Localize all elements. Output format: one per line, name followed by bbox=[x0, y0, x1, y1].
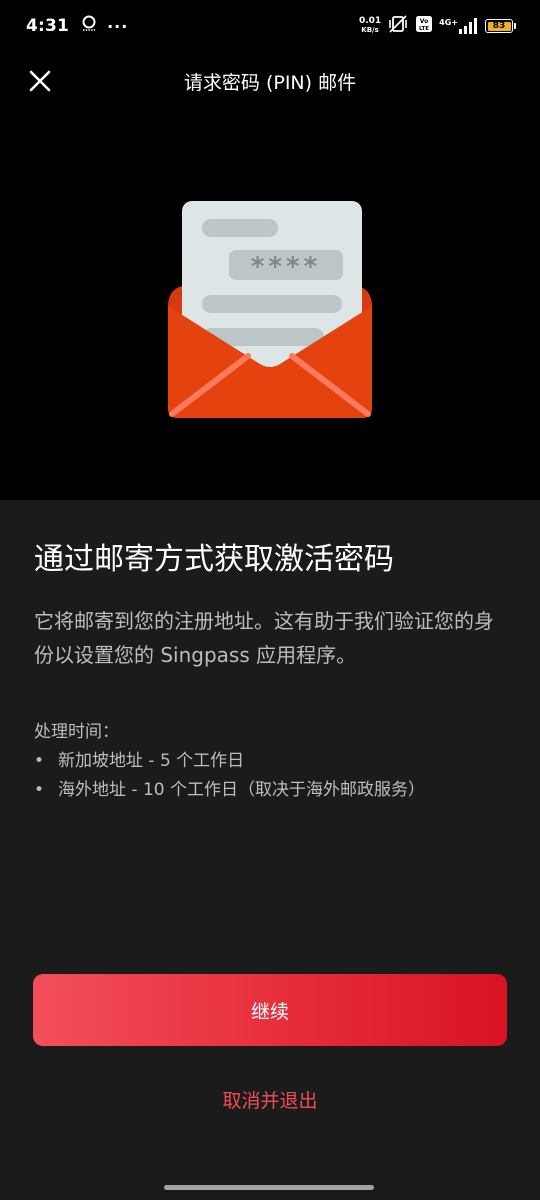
processing-time-label: 处理时间： bbox=[34, 722, 119, 742]
processing-time-section: 处理时间： • 新加坡地址 - 5 个工作日 • 海外地址 - 10 个工作日（… bbox=[34, 718, 514, 805]
network-speed: 0.01 KB/s bbox=[358, 16, 382, 35]
pin-mask-text: **** bbox=[251, 252, 321, 282]
processing-item-overseas: 海外地址 - 10 个工作日（取决于海外邮政服务） bbox=[58, 780, 425, 800]
bullet: • bbox=[34, 751, 45, 771]
app-header: 请求密码 (PIN) 邮件 bbox=[0, 52, 540, 110]
bullet: • bbox=[34, 780, 45, 800]
battery-icon: 83 bbox=[485, 19, 516, 33]
status-time: 4:31 bbox=[26, 16, 70, 36]
content-sheet: 通过邮寄方式获取激活密码 它将邮寄到您的注册地址。这有助于我们验证您的身份以设置… bbox=[0, 500, 540, 1200]
notification-icon bbox=[81, 14, 97, 38]
continue-button-label: 继续 bbox=[250, 1000, 289, 1023]
close-button[interactable] bbox=[20, 61, 60, 101]
processing-time-list: • 新加坡地址 - 5 个工作日 • 海外地址 - 10 个工作日（取决于海外邮… bbox=[34, 747, 514, 805]
page-title: 请求密码 (PIN) 邮件 bbox=[183, 71, 357, 94]
list-item: • 海外地址 - 10 个工作日（取决于海外邮政服务） bbox=[34, 776, 514, 805]
signal-icon: 4G+ bbox=[439, 17, 479, 35]
vibrate-off-icon bbox=[387, 14, 409, 38]
list-item: • 新加坡地址 - 5 个工作日 bbox=[34, 747, 514, 776]
close-icon[interactable] bbox=[29, 70, 51, 92]
hero-illustration: **** bbox=[0, 110, 540, 500]
more-notifications-icon: ··· bbox=[107, 16, 129, 36]
content-title: 通过邮寄方式获取激活密码 bbox=[34, 542, 394, 577]
svg-text:Vo: Vo bbox=[420, 18, 428, 25]
processing-item-local: 新加坡地址 - 5 个工作日 bbox=[58, 751, 245, 771]
envelope-illustration: **** bbox=[168, 201, 372, 418]
home-indicator[interactable] bbox=[164, 1185, 374, 1190]
battery-level: 83 bbox=[487, 21, 511, 31]
svg-text:LTE: LTE bbox=[419, 26, 429, 32]
cancel-and-exit-link[interactable]: 取消并退出 bbox=[0, 1086, 540, 1113]
volte-icon: Vo LTE bbox=[415, 15, 433, 37]
status-bar: 4:31 ··· 0.01 KB/s Vo LTE 4G+ 83 bbox=[0, 0, 540, 52]
content-description: 它将邮寄到您的注册地址。这有助于我们验证您的身份以设置您的 Singpass 应… bbox=[34, 609, 494, 667]
continue-button[interactable]: 继续 bbox=[33, 974, 507, 1046]
